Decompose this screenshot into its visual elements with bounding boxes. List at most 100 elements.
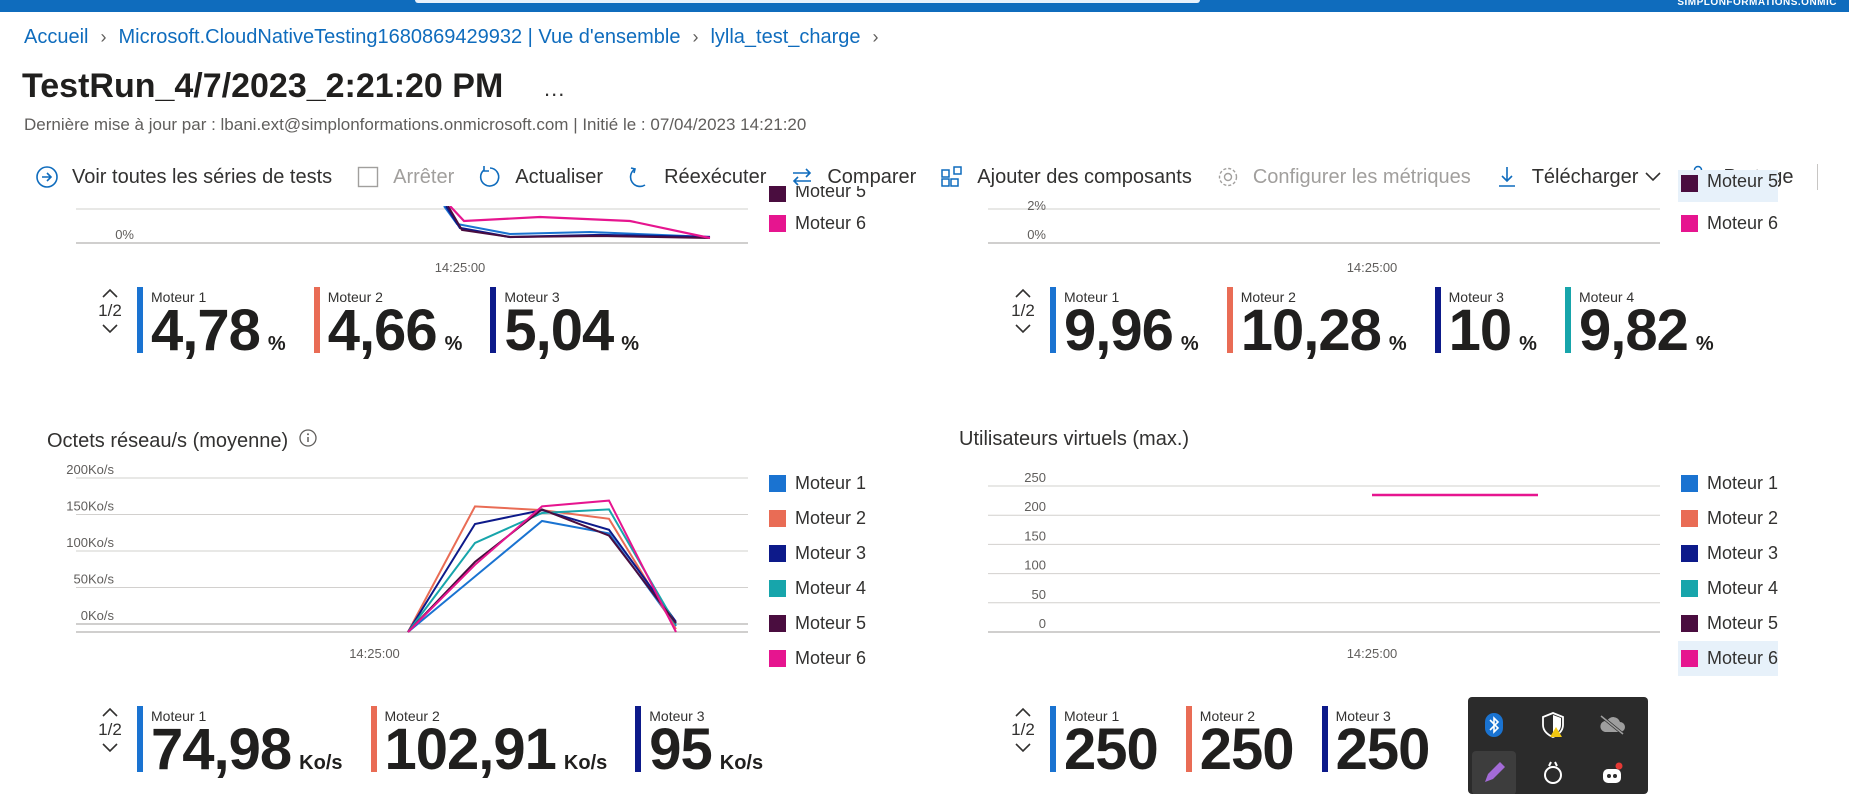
chevron-up-icon[interactable] xyxy=(1014,706,1032,718)
legend-swatch xyxy=(769,510,786,527)
legend-item-engine1[interactable]: Moteur 1 xyxy=(1678,466,1778,501)
info-icon[interactable] xyxy=(298,428,318,454)
legend-item-engine5[interactable]: Moteur 5 xyxy=(1678,606,1778,641)
legend-label: Moteur 3 xyxy=(1707,543,1779,563)
metric-engine4: Moteur 4 9,82% xyxy=(1564,287,1714,361)
metric-color-bar xyxy=(1434,287,1441,353)
metric-value: 95 xyxy=(649,717,713,782)
chevron-up-icon[interactable] xyxy=(101,706,119,718)
y-tick-label: 50Ko/s xyxy=(74,572,115,587)
legend-swatch xyxy=(769,475,786,492)
metric-color-bar xyxy=(1185,706,1192,772)
metric-value: 10,28 xyxy=(1240,298,1382,363)
y-tick-label: 200Ko/s xyxy=(66,462,114,477)
y-tick-label: 0Ko/s xyxy=(81,608,115,623)
chevron-down-icon[interactable] xyxy=(1014,323,1032,335)
stop-square-icon xyxy=(355,164,381,190)
y-tick-label: 0% xyxy=(1027,227,1046,242)
metric-value: 250 xyxy=(1064,717,1159,782)
refresh-button[interactable]: Actualiser xyxy=(477,164,603,190)
legend-item-engine4[interactable]: Moteur 4 xyxy=(766,571,866,606)
metrics-pager: 1/2 xyxy=(87,287,133,335)
chevron-down-icon[interactable] xyxy=(101,742,119,754)
toolbar-divider xyxy=(1816,164,1818,190)
y-tick-label: 250 xyxy=(1024,470,1046,485)
metric-unit: % xyxy=(621,333,640,355)
stop-button[interactable]: Arrêter xyxy=(355,164,454,190)
search-bar[interactable] xyxy=(415,0,1200,3)
chevron-up-icon[interactable] xyxy=(1014,287,1032,299)
users-chart-title: Utilisateurs virtuels (max.) xyxy=(959,428,1189,451)
legend-item-engine6[interactable]: Moteur 6 xyxy=(766,641,866,676)
pager-label: 1/2 xyxy=(1011,720,1035,739)
metric-value: 5,04 xyxy=(504,298,614,363)
metric-engine3: Moteur 3 95 Ko/s xyxy=(635,706,763,780)
refresh-icon xyxy=(477,164,503,190)
pen-icon[interactable] xyxy=(1472,751,1516,794)
legend-label: Moteur 6 xyxy=(1707,648,1779,668)
pager-label: 1/2 xyxy=(1011,301,1035,320)
legend-item-engine4[interactable]: Moteur 4 xyxy=(1678,571,1778,606)
legend-label: Moteur 5 xyxy=(1707,171,1779,191)
metric-color-bar xyxy=(137,287,143,353)
title-more-button[interactable]: ... xyxy=(544,76,565,102)
bot-icon[interactable] xyxy=(1590,751,1634,794)
legend-label: Moteur 5 xyxy=(1707,613,1779,633)
system-tray-popup xyxy=(1468,697,1648,794)
bluetooth-icon[interactable] xyxy=(1472,703,1516,747)
gear-icon xyxy=(1215,164,1241,190)
y-tick-label: 0 xyxy=(1039,616,1046,631)
security-warning-icon[interactable] xyxy=(1531,703,1575,747)
breadcrumb-home[interactable]: Accueil xyxy=(24,26,88,49)
metric-color-bar xyxy=(313,287,320,353)
network-chart-title-text: Octets réseau/s (moyenne) xyxy=(47,429,289,452)
legend-swatch xyxy=(1681,475,1698,492)
metric-color-bar xyxy=(490,287,497,353)
chevron-down-icon[interactable] xyxy=(1014,742,1032,754)
view-all-runs-button[interactable]: Voir toutes les séries de tests xyxy=(34,164,332,190)
legend-item-engine3[interactable]: Moteur 3 xyxy=(1678,536,1778,571)
metric-value: 250 xyxy=(1335,717,1431,782)
network-chart-title: Octets réseau/s (moyenne) xyxy=(47,428,318,454)
configure-metrics-button[interactable]: Configurer les métriques xyxy=(1215,164,1471,190)
legend-item-engine5[interactable]: Moteur 5 xyxy=(766,186,866,202)
portal-top-bar: SIMPLONFORMATIONS.ONMIC xyxy=(0,0,1849,12)
account-tenant-label[interactable]: SIMPLONFORMATIONS.ONMIC xyxy=(1677,0,1837,6)
add-components-button[interactable]: Ajouter des composants xyxy=(939,164,1192,190)
metric-color-bar xyxy=(1226,287,1233,353)
legend-item-engine2[interactable]: Moteur 2 xyxy=(1678,501,1778,536)
rerun-icon xyxy=(626,164,652,190)
legend-item-engine3[interactable]: Moteur 3 xyxy=(766,536,866,571)
pager-label: 1/2 xyxy=(98,301,122,320)
legend-item-engine6[interactable]: Moteur 6 xyxy=(766,206,866,241)
legend-label: Moteur 1 xyxy=(795,473,867,493)
legend-item-engine2[interactable]: Moteur 2 xyxy=(766,501,866,536)
legend-swatch xyxy=(1681,650,1698,667)
legend-item-engine6[interactable]: Moteur 6 xyxy=(1678,206,1778,241)
metric-color-bar xyxy=(370,706,377,772)
series-line-moteur-1 xyxy=(407,519,677,633)
chevron-down-icon[interactable] xyxy=(101,323,119,335)
cloud-offline-icon[interactable] xyxy=(1590,703,1634,747)
y-tick-label: 100 xyxy=(1024,558,1046,573)
chevron-up-icon[interactable] xyxy=(101,287,119,299)
stop-label: Arrêter xyxy=(393,165,455,188)
legend-item-engine5[interactable]: Moteur 5 xyxy=(1678,170,1779,202)
metric-value: 4,78 xyxy=(151,298,261,363)
legend-item-engine1[interactable]: Moteur 1 xyxy=(766,466,866,501)
x-tick-label: 14:25:00 xyxy=(349,646,400,661)
breadcrumb-resource[interactable]: Microsoft.CloudNativeTesting168086942993… xyxy=(118,26,680,49)
legend-item-engine6[interactable]: Moteur 6 xyxy=(1678,641,1779,676)
metric-unit: % xyxy=(267,333,286,355)
breadcrumb-test[interactable]: lylla_test_charge xyxy=(710,26,860,49)
app-icon[interactable] xyxy=(1531,751,1575,794)
metric-color-bar xyxy=(635,706,642,772)
metric-value: 9,96 xyxy=(1064,298,1174,363)
rerun-button[interactable]: Réexécuter xyxy=(626,164,766,190)
legend-swatch xyxy=(1681,510,1698,527)
download-button[interactable]: Télécharger xyxy=(1494,164,1663,190)
legend-item-engine5[interactable]: Moteur 5 xyxy=(766,606,866,641)
legend-swatch xyxy=(769,615,786,632)
metric-unit: Ko/s xyxy=(299,752,343,774)
metric-engine1: Moteur 1 9,96% xyxy=(1050,287,1199,361)
